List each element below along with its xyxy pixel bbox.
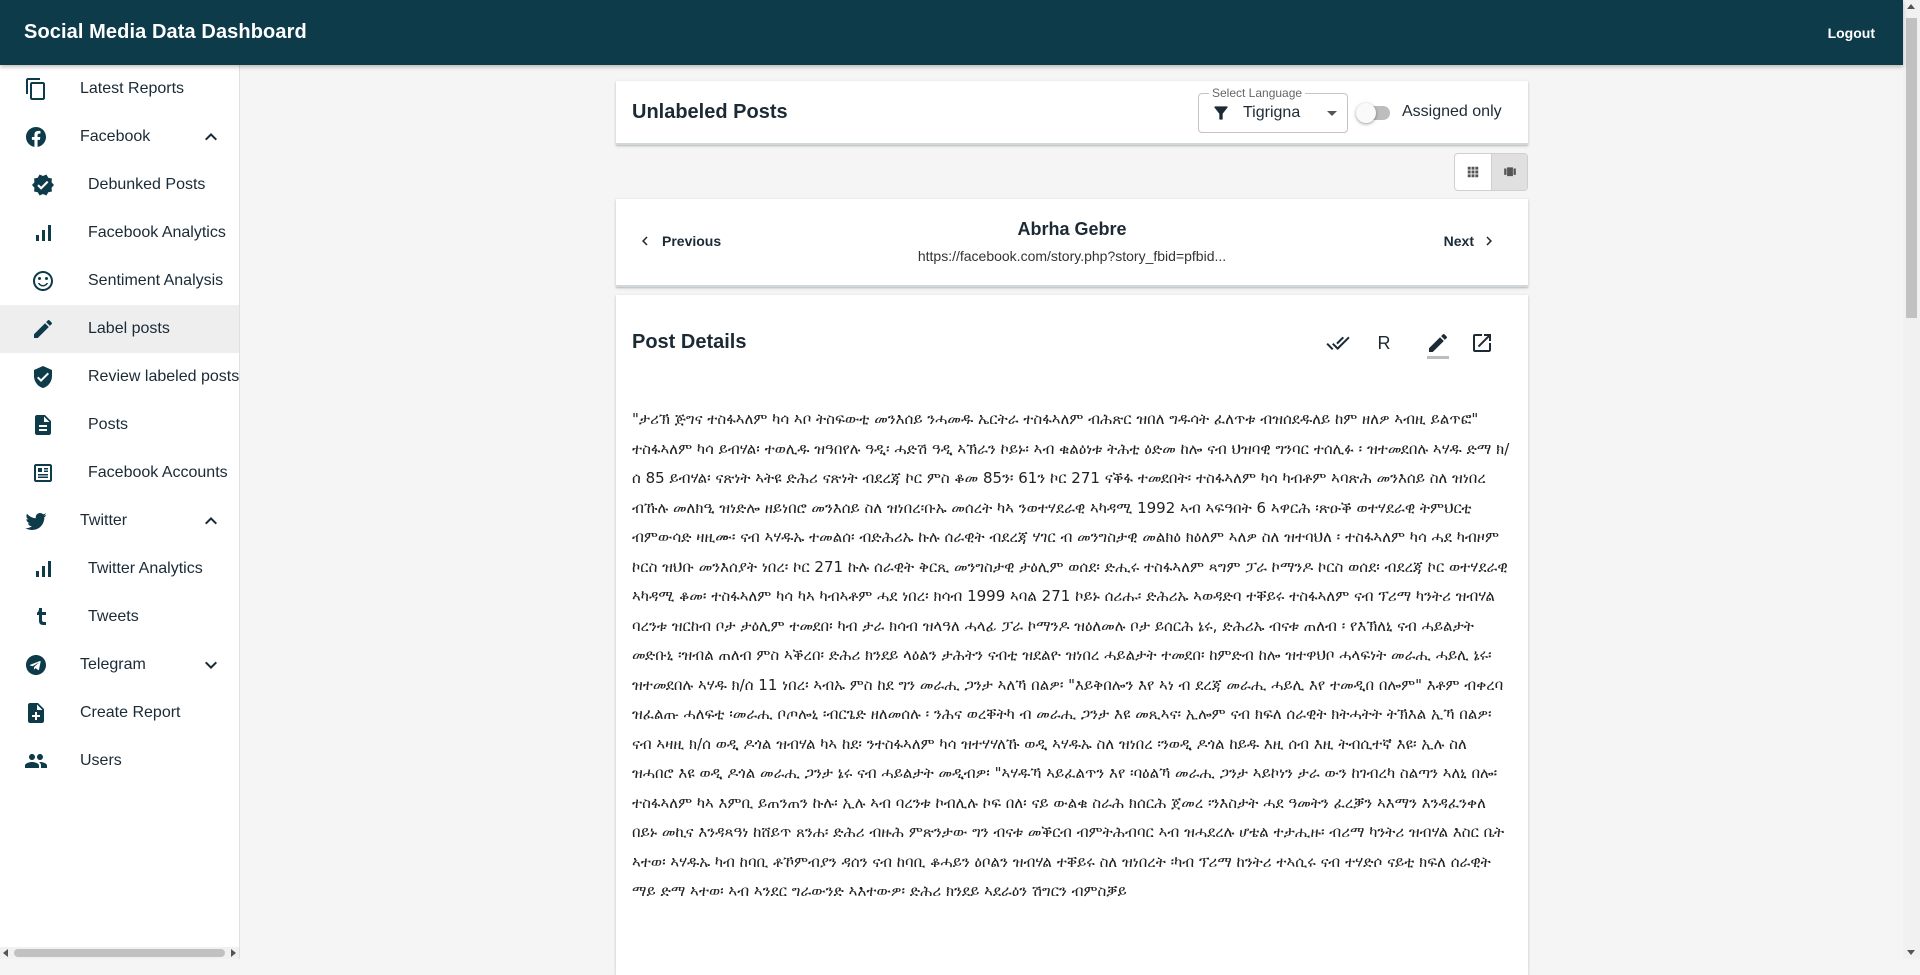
logout-button[interactable]: Logout xyxy=(1828,25,1875,41)
sidebar-item-label: Latest Reports xyxy=(80,80,185,97)
view-mode-toggle xyxy=(1454,153,1528,191)
app-bar: Social Media Data Dashboard Logout xyxy=(0,0,1903,65)
sidebar-item-facebook-accounts[interactable]: Facebook Accounts xyxy=(0,449,239,497)
post-details-card: Post Details R "ታሪኽ ጅግና ተስፋኣለም ካሳ ኣቦ ትስፍ… xyxy=(616,295,1528,975)
scroll-up-arrow-icon[interactable] xyxy=(1907,4,1915,9)
scroll-left-arrow-icon[interactable] xyxy=(3,949,8,957)
sidebar-item-latest-reports[interactable]: Latest Reports xyxy=(0,65,239,113)
analytics-bars-icon xyxy=(31,557,55,581)
sidebar: Latest Reports Facebook Debunked Posts F… xyxy=(0,65,240,959)
scrollbar-thumb[interactable] xyxy=(14,949,225,957)
chevron-up-icon[interactable] xyxy=(199,125,223,149)
scroll-right-arrow-icon[interactable] xyxy=(231,949,236,957)
sidebar-item-label: Posts xyxy=(88,416,129,433)
open-in-new-icon xyxy=(1473,334,1491,352)
next-label: Next xyxy=(1443,233,1474,249)
smiley-face-icon xyxy=(31,269,55,293)
verified-badge-icon xyxy=(31,173,55,197)
sidebar-item-facebook-analytics[interactable]: Facebook Analytics xyxy=(0,209,239,257)
sidebar-item-label: Tweets xyxy=(88,608,139,625)
sidebar-item-label: Facebook Analytics xyxy=(88,224,226,241)
document-icon xyxy=(31,413,55,437)
scroll-down-arrow-icon[interactable] xyxy=(1907,950,1915,955)
sidebar-item-label: Label posts xyxy=(88,320,170,337)
sidebar-item-label: Create Report xyxy=(80,704,181,721)
single-view-button[interactable] xyxy=(1492,154,1527,190)
sidebar-item-telegram[interactable]: Telegram xyxy=(0,641,239,689)
sidebar-item-users[interactable]: Users xyxy=(0,737,239,785)
language-select[interactable]: Select Language Tigrigna xyxy=(1198,86,1348,133)
filter-icon xyxy=(1211,103,1231,123)
sidebar-item-label: Users xyxy=(80,752,122,769)
analytics-bars-icon xyxy=(31,221,55,245)
sidebar-item-label: Sentiment Analysis xyxy=(88,272,224,289)
edit-underline xyxy=(1427,356,1449,359)
telegram-icon xyxy=(24,653,48,677)
language-select-value: Tigrigna xyxy=(1243,104,1301,121)
chevron-up-icon[interactable] xyxy=(199,509,223,533)
open-external-button[interactable] xyxy=(1468,329,1496,357)
sidebar-item-debunked-posts[interactable]: Debunked Posts xyxy=(0,161,239,209)
pencil-icon xyxy=(31,317,55,341)
sidebar-item-posts[interactable]: Posts xyxy=(0,401,239,449)
dropdown-arrow-icon xyxy=(1327,111,1337,116)
sidebar-item-label: Facebook Accounts xyxy=(88,464,228,481)
sidebar-item-create-report[interactable]: Create Report xyxy=(0,689,239,737)
sidebar-item-facebook[interactable]: Facebook xyxy=(0,113,239,161)
app-title: Social Media Data Dashboard xyxy=(24,21,307,43)
post-author: Abrha Gebre xyxy=(1017,219,1127,239)
pencil-icon xyxy=(1429,333,1448,352)
facebook-icon xyxy=(24,125,48,149)
unlabeled-posts-header: Unlabeled Posts Select Language Tigrigna… xyxy=(616,81,1528,145)
edit-label-button[interactable] xyxy=(1424,329,1452,359)
reports-icon xyxy=(24,77,48,101)
scrollbar-thumb[interactable] xyxy=(1906,18,1917,318)
sidebar-horizontal-scrollbar[interactable] xyxy=(0,947,239,959)
grid-view-button[interactable] xyxy=(1455,154,1492,190)
sidebar-item-label: Debunked Posts xyxy=(88,176,206,193)
post-details-title: Post Details xyxy=(632,331,747,353)
assigned-only-switch[interactable] xyxy=(1356,103,1392,123)
double-check-icon xyxy=(1326,336,1350,350)
chevron-right-icon xyxy=(1486,236,1492,246)
sidebar-item-label: Telegram xyxy=(80,656,146,673)
assigned-only-label: Assigned only xyxy=(1402,103,1502,120)
chevron-down-icon[interactable] xyxy=(199,653,223,677)
post-url: https://facebook.com/story.php?story_fbi… xyxy=(917,248,1227,264)
users-icon xyxy=(24,749,48,773)
page-vertical-scrollbar[interactable] xyxy=(1903,0,1920,959)
sidebar-item-label: Facebook xyxy=(80,128,151,145)
switch-knob[interactable] xyxy=(1356,103,1376,123)
sidebar-item-twitter-analytics[interactable]: Twitter Analytics xyxy=(0,545,239,593)
add-document-icon xyxy=(24,701,48,725)
sidebar-item-label: Twitter Analytics xyxy=(88,560,203,577)
single-view-icon xyxy=(1504,167,1516,177)
sidebar-item-label: Twitter xyxy=(80,512,128,529)
tumblr-t-icon xyxy=(31,605,55,629)
sidebar-item-sentiment-analysis[interactable]: Sentiment Analysis xyxy=(0,257,239,305)
twitter-icon xyxy=(24,509,48,533)
page-title: Unlabeled Posts xyxy=(632,101,788,123)
grid-view-icon xyxy=(1467,166,1479,178)
post-navigation: Previous Abrha Gebre https://facebook.co… xyxy=(616,199,1528,287)
next-button[interactable]: Next xyxy=(1444,229,1498,253)
sidebar-item-review-labeled-posts[interactable]: Review labeled posts xyxy=(0,353,239,401)
sidebar-item-label-posts[interactable]: Label posts xyxy=(0,305,239,353)
sidebar-item-label: Review labeled posts xyxy=(88,368,240,385)
post-text: "ታሪኽ ጅግና ተስፋኣለም ካሳ ኣቦ ትስፍውቲ መንእሰይ ንሓመዱ ኤ… xyxy=(632,410,1510,900)
shield-check-icon xyxy=(31,365,55,389)
account-card-icon xyxy=(31,461,55,485)
r-button[interactable]: R xyxy=(1370,329,1398,357)
language-select-label: Select Language xyxy=(1209,86,1306,100)
sidebar-item-tweets[interactable]: Tweets xyxy=(0,593,239,641)
sidebar-item-twitter[interactable]: Twitter xyxy=(0,497,239,545)
mark-verified-button[interactable] xyxy=(1324,329,1352,357)
